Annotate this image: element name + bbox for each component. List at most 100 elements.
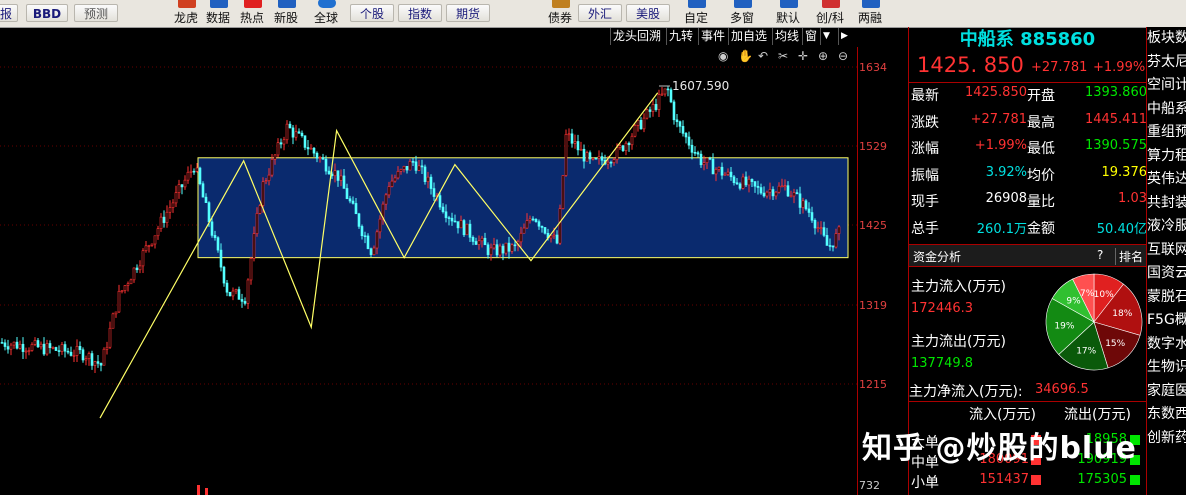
candle-body — [39, 343, 43, 348]
help-button[interactable]: ? — [1097, 248, 1103, 262]
candle-body — [432, 188, 436, 197]
candle-body — [297, 131, 301, 134]
stock-title: 中船系 885860 — [909, 27, 1146, 53]
candle-body — [729, 171, 733, 178]
tab-us-stocks[interactable]: 美股 — [626, 4, 670, 22]
forecast-tab[interactable]: 预测 — [74, 4, 118, 22]
default-button[interactable]: 默认 — [774, 0, 804, 27]
tab-futures[interactable]: 期货 — [446, 4, 490, 22]
bbd-tab[interactable]: BBD — [26, 4, 68, 22]
sector-item[interactable]: 空间计 — [1147, 74, 1186, 98]
leader-backtrack-button[interactable]: 龙头回溯 — [610, 28, 663, 45]
sector-item[interactable]: 生物识 — [1147, 356, 1186, 380]
candle-body — [594, 157, 598, 160]
sector-item[interactable]: 液冷服 — [1147, 215, 1186, 239]
candle-body — [825, 235, 829, 246]
candle-body — [300, 132, 304, 137]
candlestick-chart[interactable]: 1607.590 — [0, 47, 857, 495]
sector-item[interactable]: 共封装 — [1147, 192, 1186, 216]
rank-button[interactable]: 排名 — [1115, 248, 1143, 265]
sector-item[interactable]: 国资云 — [1147, 262, 1186, 286]
sector-item[interactable]: 中船系 — [1147, 98, 1186, 122]
candle-body — [471, 237, 475, 242]
sector-item[interactable]: F5G概 — [1147, 309, 1186, 333]
candle-body — [828, 245, 832, 247]
sector-item[interactable]: 数字水 — [1147, 333, 1186, 357]
pie-slice-label: 18% — [1112, 309, 1132, 319]
sector-item[interactable]: 东数西 — [1147, 403, 1186, 427]
candle-body — [9, 344, 13, 350]
candle-body — [348, 198, 352, 202]
candle-body — [630, 135, 634, 146]
star-market-button[interactable]: 创/科 — [814, 0, 850, 27]
star-market-label: 创/科 — [816, 11, 845, 25]
candle-body — [813, 219, 817, 229]
bond-icon — [552, 0, 570, 8]
tab-index[interactable]: 指数 — [398, 4, 442, 22]
tab-forex[interactable]: 外汇 — [578, 4, 622, 22]
candle-body — [573, 141, 577, 144]
add-watchlist-button[interactable]: 加自选 — [728, 28, 769, 45]
sector-item[interactable]: 英伟达 — [1147, 168, 1186, 192]
sector-item[interactable]: 芬太尼 — [1147, 51, 1186, 75]
candle-body — [672, 101, 676, 121]
candle-body — [255, 213, 259, 234]
candle-body — [423, 166, 427, 182]
sector-item[interactable]: 蒙脱石 — [1147, 286, 1186, 310]
candle-body — [309, 147, 313, 150]
candle-body — [783, 185, 787, 187]
candle-body — [303, 135, 307, 148]
new-stock-button[interactable]: 新股 — [272, 0, 302, 27]
candle-body — [795, 192, 799, 195]
sector-item[interactable]: 重组预 — [1147, 121, 1186, 145]
sector-item[interactable]: 创新药 — [1147, 427, 1186, 451]
bond-button[interactable]: 债券 — [546, 0, 576, 27]
candle-body — [498, 245, 502, 256]
candle-body — [366, 235, 370, 249]
custom-button[interactable]: 自定 — [682, 0, 712, 27]
global-button[interactable]: 全球 — [312, 0, 342, 27]
sector-item[interactable]: 家庭医 — [1147, 380, 1186, 404]
candle-body — [138, 265, 142, 271]
candle-body — [291, 127, 295, 138]
margin-button[interactable]: 两融 — [856, 0, 886, 27]
candle-body — [21, 343, 25, 352]
candle-body — [645, 109, 649, 119]
candle-body — [561, 175, 565, 209]
chevron-down-icon[interactable]: ▼ — [820, 28, 832, 45]
new-stock-label: 新股 — [274, 11, 299, 25]
candle-body — [51, 347, 55, 349]
chevron-right-icon[interactable]: ▶ — [838, 28, 850, 45]
sector-item[interactable]: 算力租 — [1147, 145, 1186, 169]
moving-average-button[interactable]: 均线 — [772, 28, 801, 45]
sector-item[interactable]: 板块数 — [1147, 27, 1186, 51]
candle-body — [306, 147, 310, 150]
candle-body — [450, 217, 454, 222]
window-button[interactable]: 窗 — [802, 28, 819, 45]
quote-label: 涨跌 — [911, 114, 939, 131]
quote-label: 量比 — [1027, 194, 1055, 210]
candle-body — [816, 227, 820, 230]
candle-body — [129, 279, 133, 285]
dragon-tiger-button[interactable]: 龙虎 — [172, 0, 202, 27]
candle-body — [714, 169, 718, 175]
sector-item[interactable]: 互联网 — [1147, 239, 1186, 263]
nine-turn-button[interactable]: 九转 — [666, 28, 695, 45]
data-button[interactable]: 数据 — [204, 0, 234, 27]
candle-body — [807, 208, 811, 213]
candle-body — [768, 189, 772, 193]
candle-body — [657, 94, 661, 110]
candle-body — [663, 88, 667, 95]
tab-stock[interactable]: 个股 — [350, 4, 394, 22]
candle-body — [600, 156, 604, 161]
candle-body — [123, 285, 127, 291]
candle-body — [228, 291, 232, 297]
pie-slice-label: 10% — [1094, 290, 1114, 300]
candle-body — [315, 152, 319, 159]
dragon-tiger-label: 龙虎 — [174, 11, 199, 25]
candle-body — [336, 170, 340, 181]
hot-button[interactable]: 热点 — [238, 0, 268, 27]
report-tab[interactable]: 报 — [0, 4, 18, 22]
multi-window-button[interactable]: 多窗 — [728, 0, 758, 27]
event-button[interactable]: 事件 — [698, 28, 727, 45]
